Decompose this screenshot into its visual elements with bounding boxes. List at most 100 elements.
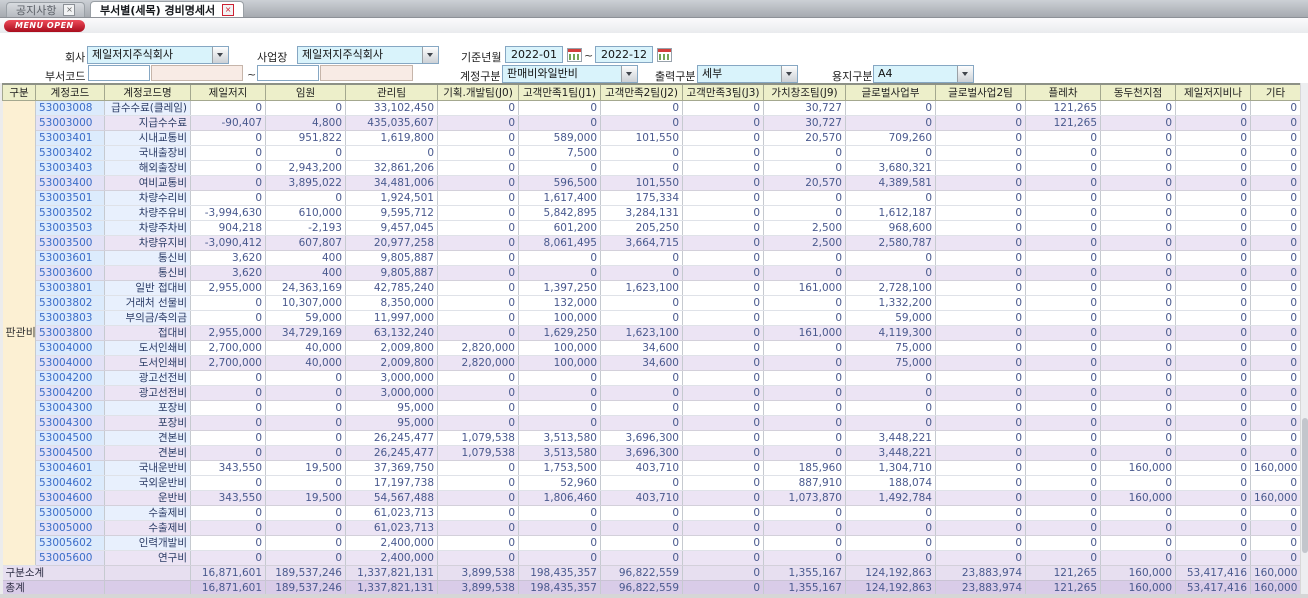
- amount-cell[interactable]: 2,009,800: [345, 340, 438, 356]
- amount-cell[interactable]: 20,570: [763, 130, 846, 146]
- amount-cell[interactable]: 0: [1250, 220, 1301, 236]
- amount-cell[interactable]: 4,389,581: [845, 175, 936, 191]
- account-name-cell[interactable]: 포장비: [104, 415, 191, 431]
- account-name-cell[interactable]: 해외출장비: [104, 160, 191, 176]
- column-header[interactable]: 관리팀: [345, 83, 438, 101]
- amount-cell[interactable]: 0: [437, 385, 519, 401]
- amount-cell[interactable]: 0: [518, 265, 601, 281]
- account-name-cell[interactable]: 국내운반비: [104, 460, 191, 476]
- amount-cell[interactable]: 0: [845, 400, 936, 416]
- amount-cell[interactable]: 101,550: [600, 130, 683, 146]
- account-code-cell[interactable]: 53003802: [35, 295, 105, 311]
- amount-cell[interactable]: 121,265: [1025, 100, 1101, 116]
- amount-cell[interactable]: 887,910: [763, 475, 846, 491]
- table-row[interactable]: 53003802 거래처 선물비 0 10,307,000 8,350,000 0 132,…: [3, 295, 1301, 311]
- account-name-cell[interactable]: 인력개발비: [104, 535, 191, 551]
- table-row[interactable]: 53003402 국내출장비 0 0 0 0 7,500 0 0 0 0 0 0 0 0 0: [3, 145, 1301, 161]
- amount-cell[interactable]: 0: [935, 415, 1026, 431]
- account-name-cell[interactable]: 국외운반비: [104, 475, 191, 491]
- calendar-icon[interactable]: [657, 48, 672, 62]
- amount-cell[interactable]: 3,696,300: [600, 445, 683, 461]
- amount-cell[interactable]: 0: [763, 550, 846, 566]
- amount-cell[interactable]: 161,000: [763, 280, 846, 296]
- amount-cell[interactable]: 0: [1250, 310, 1301, 326]
- account-code-cell[interactable]: 53003600: [35, 265, 105, 281]
- amount-cell[interactable]: 0: [935, 550, 1026, 566]
- amount-cell[interactable]: 400: [265, 265, 346, 281]
- table-row[interactable]: 53003400 여비교통비 0 3,895,022 34,481,006 0 596,50…: [3, 175, 1301, 191]
- amount-cell[interactable]: 0: [935, 175, 1026, 191]
- close-icon[interactable]: ×: [222, 3, 235, 16]
- table-row[interactable]: 53003800 접대비 2,955,000 34,729,169 63,132,240…: [3, 325, 1301, 341]
- amount-cell[interactable]: 0: [1175, 460, 1251, 476]
- amount-cell[interactable]: 0: [682, 130, 764, 146]
- amount-cell[interactable]: 0: [1175, 235, 1251, 251]
- paper-type-select[interactable]: A4: [873, 65, 974, 83]
- amount-cell[interactable]: 2,500: [763, 220, 846, 236]
- amount-cell[interactable]: 0: [1175, 145, 1251, 161]
- amount-cell[interactable]: 175,334: [600, 190, 683, 206]
- amount-cell[interactable]: 160,000: [1100, 460, 1176, 476]
- amount-cell[interactable]: 0: [935, 220, 1026, 236]
- amount-cell[interactable]: 26,245,477: [345, 445, 438, 461]
- amount-cell[interactable]: 0: [1250, 115, 1301, 131]
- amount-cell[interactable]: 0: [1100, 115, 1176, 131]
- amount-cell[interactable]: 0: [1250, 520, 1301, 536]
- amount-cell[interactable]: 0: [1100, 520, 1176, 536]
- column-header[interactable]: 고객만족1팀(J1): [518, 83, 601, 101]
- column-header[interactable]: 글로벌사업2팀: [935, 83, 1026, 101]
- amount-cell[interactable]: 0: [600, 520, 683, 536]
- amount-cell[interactable]: 75,000: [845, 355, 936, 371]
- amount-cell[interactable]: 0: [1175, 370, 1251, 386]
- amount-cell[interactable]: 0: [437, 310, 519, 326]
- amount-cell[interactable]: 32,861,206: [345, 160, 438, 176]
- amount-cell[interactable]: 0: [682, 175, 764, 191]
- account-code-cell[interactable]: 53004601: [35, 460, 105, 476]
- amount-cell[interactable]: 0: [190, 520, 266, 536]
- amount-cell[interactable]: 59,000: [265, 310, 346, 326]
- amount-cell[interactable]: 33,102,450: [345, 100, 438, 116]
- account-code-cell[interactable]: 53003400: [35, 175, 105, 191]
- amount-cell[interactable]: 0: [1175, 175, 1251, 191]
- amount-cell[interactable]: 0: [935, 115, 1026, 131]
- amount-cell[interactable]: 0: [1175, 100, 1251, 116]
- amount-cell[interactable]: 0: [1100, 145, 1176, 161]
- amount-cell[interactable]: 0: [1025, 355, 1101, 371]
- amount-cell[interactable]: 343,550: [190, 490, 266, 506]
- column-header[interactable]: 기타: [1250, 83, 1301, 101]
- amount-cell[interactable]: 3,513,580: [518, 445, 601, 461]
- amount-cell[interactable]: 9,457,045: [345, 220, 438, 236]
- amount-cell[interactable]: 0: [763, 445, 846, 461]
- amount-cell[interactable]: 0: [1100, 100, 1176, 116]
- amount-cell[interactable]: 1,623,100: [600, 325, 683, 341]
- vertical-scrollbar[interactable]: [1300, 83, 1308, 594]
- account-code-cell[interactable]: 53003801: [35, 280, 105, 296]
- account-name-cell[interactable]: 광고선전비: [104, 385, 191, 401]
- column-header[interactable]: 가치창조팀(J9): [763, 83, 846, 101]
- amount-cell[interactable]: 0: [682, 115, 764, 131]
- amount-cell[interactable]: 0: [682, 265, 764, 281]
- amount-cell[interactable]: 0: [1250, 355, 1301, 371]
- amount-cell[interactable]: 0: [763, 190, 846, 206]
- amount-cell[interactable]: 0: [1250, 205, 1301, 221]
- amount-cell[interactable]: 0: [1100, 535, 1176, 551]
- amount-cell[interactable]: 0: [682, 250, 764, 266]
- amount-cell[interactable]: 121,265: [1025, 115, 1101, 131]
- amount-cell[interactable]: 100,000: [518, 340, 601, 356]
- amount-cell[interactable]: 0: [437, 250, 519, 266]
- amount-cell[interactable]: 0: [682, 340, 764, 356]
- account-code-cell[interactable]: 53003000: [35, 115, 105, 131]
- amount-cell[interactable]: 610,000: [265, 205, 346, 221]
- amount-cell[interactable]: 0: [682, 220, 764, 236]
- amount-cell[interactable]: 0: [600, 295, 683, 311]
- amount-cell[interactable]: 0: [1100, 550, 1176, 566]
- amount-cell[interactable]: 0: [1250, 145, 1301, 161]
- amount-cell[interactable]: 4,119,300: [845, 325, 936, 341]
- amount-cell[interactable]: -3,994,630: [190, 205, 266, 221]
- table-row[interactable]: 판관비 53003008 급수수료(클레임) 0 0 33,102,450 0 0 0 0 30,7…: [2, 100, 1301, 566]
- column-header[interactable]: 동두천지점: [1100, 83, 1176, 101]
- amount-cell[interactable]: 0: [1250, 475, 1301, 491]
- amount-cell[interactable]: 0: [265, 400, 346, 416]
- amount-cell[interactable]: 0: [1250, 385, 1301, 401]
- amount-cell[interactable]: 0: [682, 490, 764, 506]
